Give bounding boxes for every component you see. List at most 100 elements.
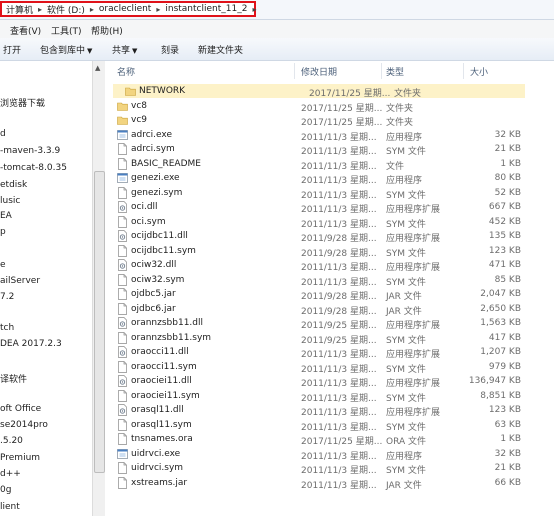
file-type: SYM 文件 — [386, 190, 426, 201]
file-row[interactable]: oraociei11.sym 2011/11/3 星期... SYM 文件 8,851… — [105, 389, 525, 404]
file-row[interactable]: BASIC_README 2011/11/3 星期... 文件 1 KB — [105, 157, 525, 172]
breadcrumb-oracleclient[interactable]: oracleclient — [97, 4, 153, 14]
nav-item[interactable]: DEA 2017.2.3 — [0, 339, 62, 349]
file-row[interactable]: ocijdbc11.dll 2011/9/28 星期... 应用程序扩展 135 KB — [105, 229, 525, 244]
nav-item[interactable]: lusic — [0, 196, 20, 206]
file-row[interactable]: vc8 2017/11/25 星期... 文件夹 — [105, 99, 525, 114]
file-name: oraociei11.dll — [131, 376, 192, 386]
column-header-size[interactable]: 大小 — [470, 65, 488, 78]
include-library-button[interactable]: 包含到库中 ▼ — [40, 43, 92, 56]
nav-item[interactable]: 0g — [0, 485, 11, 495]
menu-help[interactable]: 帮助(H) — [91, 24, 123, 37]
file-row[interactable]: oraocci11.dll 2011/11/3 星期... 应用程序扩展 1,207 … — [105, 345, 525, 360]
file-row[interactable]: adrci.exe 2011/11/3 星期... 应用程序 32 KB — [105, 128, 525, 143]
nav-item[interactable]: tch — [0, 323, 14, 333]
file-row[interactable]: vc9 2017/11/25 星期... 文件夹 — [105, 113, 525, 128]
new-folder-button[interactable]: 新建文件夹 — [198, 43, 243, 56]
file-row[interactable]: genezi.exe 2011/11/3 星期... 应用程序 80 KB — [105, 171, 525, 186]
nav-item[interactable]: d++ — [0, 469, 21, 479]
burn-button[interactable]: 刻录 — [161, 43, 179, 56]
menu-tools[interactable]: 工具(T) — [51, 24, 82, 37]
nav-item[interactable]: -maven-3.3.9 — [0, 146, 60, 156]
nav-item[interactable]: EA — [0, 211, 12, 221]
column-header-date[interactable]: 修改日期 — [301, 65, 337, 78]
dll-icon — [117, 201, 128, 213]
file-row[interactable]: uidrvci.sym 2011/11/3 星期... SYM 文件 21 KB — [105, 461, 525, 476]
column-divider[interactable] — [463, 63, 464, 79]
file-icon — [117, 273, 128, 286]
nav-item[interactable]: e — [0, 260, 6, 270]
file-name: vc8 — [131, 100, 148, 111]
file-row[interactable]: tnsnames.ora 2017/11/25 星期... ORA 文件 1 KB — [105, 432, 525, 447]
file-row[interactable]: ojdbc6.jar 2011/9/28 星期... JAR 文件 2,650 KB — [105, 302, 525, 317]
chevron-right-icon[interactable]: ▸ — [35, 5, 45, 14]
file-row[interactable]: xstreams.jar 2011/11/3 星期... JAR 文件 66 KB — [105, 476, 525, 491]
dropdown-arrow-icon: ▼ — [132, 47, 138, 55]
file-size: 52 KB — [494, 187, 521, 198]
open-button[interactable]: 打开 — [3, 43, 21, 56]
file-row[interactable]: adrci.sym 2011/11/3 星期... SYM 文件 21 KB — [105, 142, 525, 157]
chevron-right-icon[interactable]: ▸ — [249, 5, 259, 14]
nav-item[interactable]: se2014pro — [0, 420, 48, 430]
dll-icon — [117, 346, 128, 358]
file-row[interactable]: genezi.sym 2011/11/3 星期... SYM 文件 52 KB — [105, 186, 525, 201]
file-name: oci.sym — [131, 216, 166, 227]
file-type: JAR 文件 — [386, 292, 422, 302]
file-date: 2011/11/3 星期... — [301, 277, 377, 288]
file-row[interactable]: uidrvci.exe 2011/11/3 星期... 应用程序 32 KB — [105, 447, 525, 462]
breadcrumb-drive[interactable]: 软件 (D:) — [45, 3, 87, 16]
menu-view[interactable]: 查看(V) — [10, 24, 41, 37]
file-row[interactable]: oraocci11.sym 2011/11/3 星期... SYM 文件 979 KB — [105, 360, 525, 375]
file-size: 471 KB — [488, 260, 521, 270]
nav-item[interactable]: Premium — [0, 453, 40, 463]
file-row[interactable]: ocijdbc11.sym 2011/9/28 星期... SYM 文件 123 KB — [105, 244, 525, 259]
nav-scrollbar[interactable]: ▲ — [92, 61, 105, 516]
file-name: ojdbc5.jar — [131, 289, 176, 299]
file-date: 2011/11/3 星期... — [301, 408, 377, 418]
nav-item[interactable]: d — [0, 129, 6, 139]
breadcrumb[interactable]: 计算机 ▸ 软件 (D:) ▸ oracleclient ▸ instantcl… — [0, 1, 256, 17]
file-type: 应用程序扩展 — [386, 321, 441, 331]
column-divider[interactable] — [294, 63, 295, 79]
nav-item[interactable]: 译软件 — [0, 372, 27, 385]
file-size: 2,650 KB — [480, 303, 521, 314]
navigation-pane[interactable]: 浏览器下载 d -maven-3.3.9 -tomcat-8.0.35 etdi… — [0, 61, 92, 516]
file-row[interactable]: ojdbc5.jar 2011/9/28 星期... JAR 文件 2,047 KB — [105, 287, 525, 302]
share-button[interactable]: 共享 ▼ — [112, 43, 137, 56]
file-row[interactable]: oraociei11.dll 2011/11/3 星期... 应用程序扩展 136,9… — [105, 374, 525, 389]
file-row[interactable]: orasql11.sym 2011/11/3 星期... SYM 文件 63 KB — [105, 418, 525, 433]
file-date: 2011/11/3 星期... — [301, 161, 377, 172]
file-row[interactable]: ociw32.dll 2011/11/3 星期... 应用程序扩展 471 KB — [105, 258, 525, 273]
file-row[interactable]: oci.sym 2011/11/3 星期... SYM 文件 452 KB — [105, 215, 525, 230]
breadcrumb-current[interactable]: instantclient_11_2 — [163, 4, 249, 14]
file-row[interactable]: orasql11.dll 2011/11/3 星期... 应用程序扩展 123 KB — [105, 403, 525, 418]
scroll-up-icon[interactable]: ▲ — [95, 64, 100, 72]
column-header-type[interactable]: 类型 — [386, 65, 404, 78]
file-icon — [117, 433, 128, 445]
file-date: 2011/11/3 星期... — [301, 219, 377, 230]
nav-item[interactable]: etdisk — [0, 180, 27, 190]
file-row[interactable]: ociw32.sym 2011/11/3 星期... SYM 文件 85 KB — [105, 273, 525, 288]
column-header-name[interactable]: 名称 — [117, 65, 135, 78]
scrollbar-thumb[interactable] — [94, 171, 105, 473]
nav-item[interactable]: -tomcat-8.0.35 — [0, 163, 67, 173]
nav-item[interactable]: 浏览器下载 — [0, 96, 45, 109]
file-row[interactable]: orannzsbb11.dll 2011/9/25 星期... 应用程序扩展 1,56… — [105, 316, 525, 331]
nav-item[interactable]: p — [0, 227, 6, 237]
nav-item[interactable]: oft Office — [0, 404, 41, 414]
nav-item[interactable]: ailServer — [0, 276, 40, 286]
file-name: oraocci11.sym — [131, 361, 197, 372]
file-row[interactable]: NETWORK 2017/11/25 星期... 文件夹 — [113, 84, 525, 99]
column-divider[interactable] — [381, 63, 382, 79]
file-row[interactable]: oci.dll 2011/11/3 星期... 应用程序扩展 667 KB — [105, 200, 525, 215]
nav-item[interactable]: 7.2 — [0, 292, 14, 302]
file-type: SYM 文件 — [386, 219, 426, 230]
chevron-right-icon[interactable]: ▸ — [87, 5, 97, 14]
file-row[interactable]: orannzsbb11.sym 2011/9/25 星期... SYM 文件 417 … — [105, 331, 525, 346]
breadcrumb-computer[interactable]: 计算机 — [4, 3, 35, 16]
nav-item[interactable]: lient — [0, 502, 20, 512]
nav-item[interactable]: .5.20 — [0, 436, 23, 446]
file-size: 8,851 KB — [480, 390, 521, 401]
chevron-right-icon[interactable]: ▸ — [153, 5, 163, 14]
file-name: orasql11.sym — [131, 419, 192, 430]
